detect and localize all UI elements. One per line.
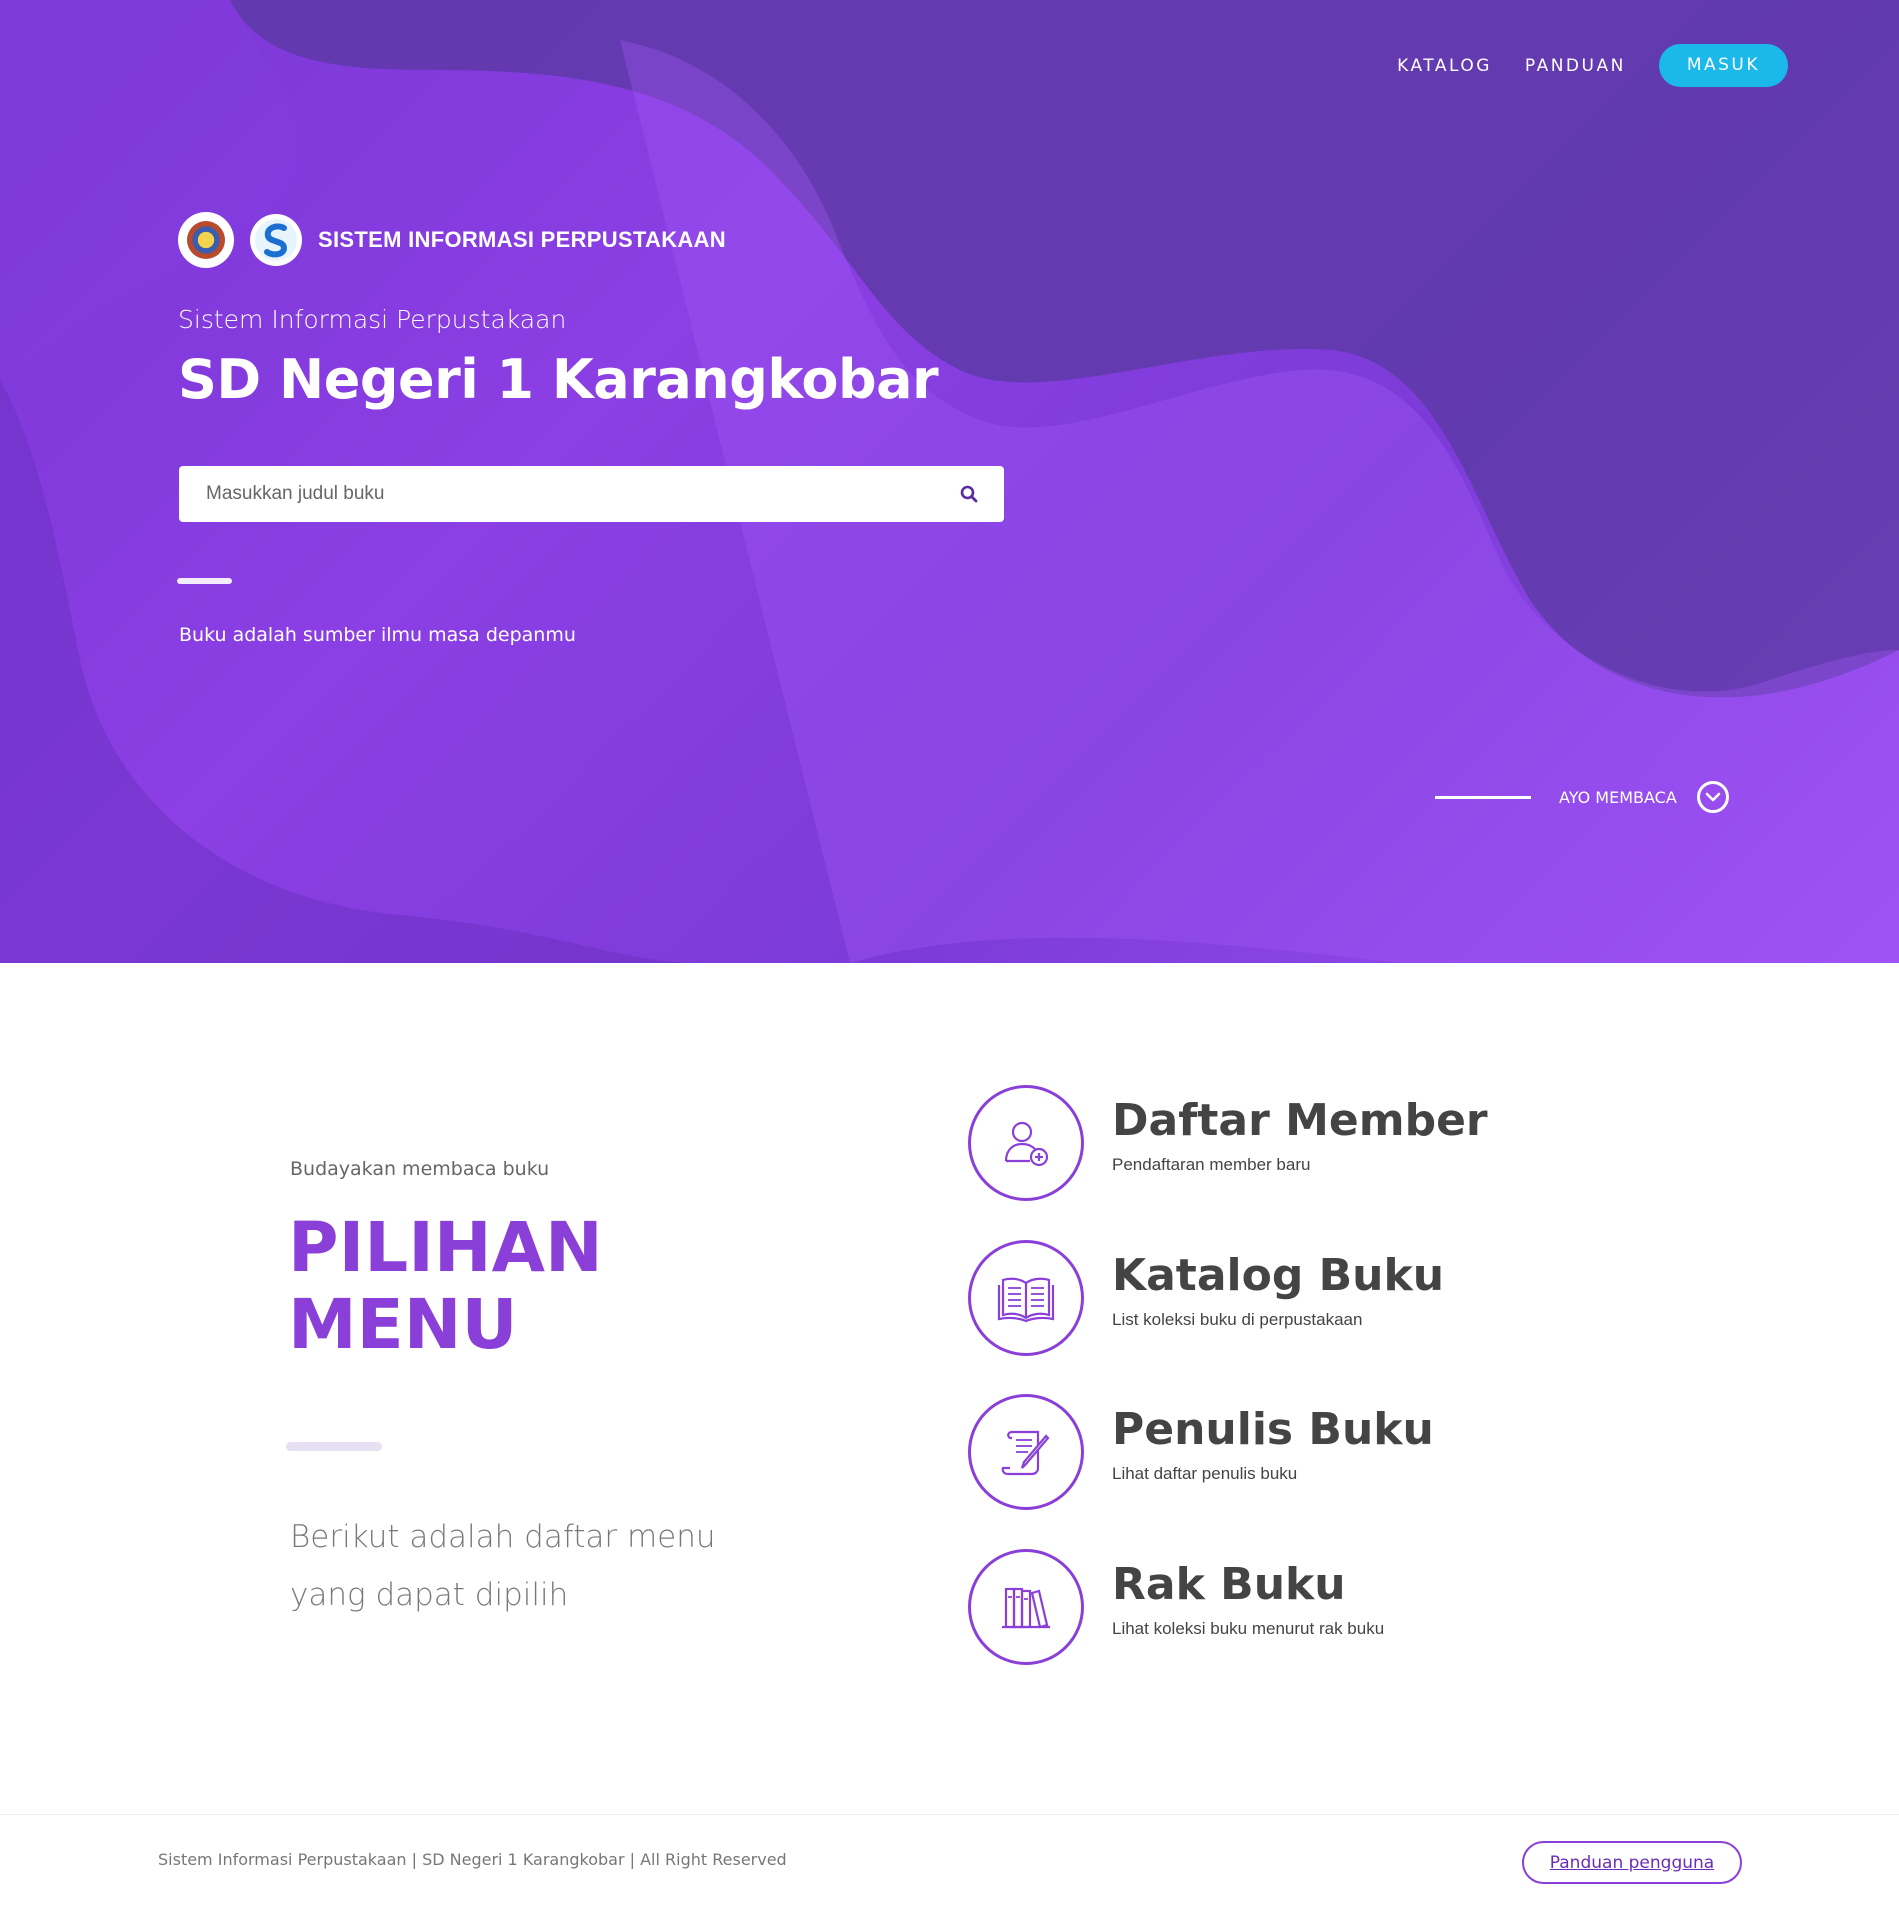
- school-emblem-logo: [178, 212, 234, 268]
- hero-subtitle: Sistem Informasi Perpustakaan: [178, 305, 567, 334]
- section-title: PILIHAN MENU: [288, 1210, 603, 1364]
- chevron-down-icon[interactable]: [1696, 781, 1729, 813]
- menu-item-katalog-buku[interactable]: Katalog Buku List koleksi buku di perpus…: [968, 1240, 1444, 1356]
- top-nav: KATALOG PANDUAN MASUK: [1397, 44, 1788, 87]
- user-guide-button[interactable]: Panduan pengguna: [1522, 1841, 1742, 1884]
- scroll-cue-label: AYO MEMBACA: [1559, 787, 1677, 807]
- section-subtitle: Budayakan membaca buku: [290, 1158, 550, 1180]
- nav-panduan[interactable]: PANDUAN: [1525, 56, 1626, 76]
- footer-copyright: Sistem Informasi Perpustakaan | SD Neger…: [158, 1850, 787, 1869]
- menu-desc: Lihat daftar penulis buku: [1112, 1464, 1298, 1483]
- writing-icon: [968, 1394, 1084, 1510]
- open-book-icon: [968, 1240, 1084, 1356]
- hero-title: SD Negeri 1 Karangkobar: [178, 348, 939, 411]
- footer: Sistem Informasi Perpustakaan | SD Neger…: [0, 1814, 1899, 1905]
- menu-desc: Pendaftaran member baru: [1112, 1155, 1311, 1174]
- menu-item-daftar-member[interactable]: Daftar Member Pendaftaran member baru: [968, 1085, 1488, 1201]
- nav-katalog[interactable]: KATALOG: [1397, 56, 1492, 76]
- search-icon: [960, 485, 978, 503]
- sip-logo: [250, 214, 302, 266]
- section-title-line2: MENU: [288, 1285, 518, 1365]
- brand-text: SISTEM INFORMASI PERPUSTAKAAN: [318, 227, 726, 252]
- scroll-cue-line: [1435, 795, 1531, 799]
- menu-title: Rak Buku: [1112, 1559, 1346, 1610]
- menu-item-penulis-buku[interactable]: Penulis Buku Lihat daftar penulis buku: [968, 1394, 1434, 1510]
- section-title-line1: PILIHAN: [288, 1208, 603, 1288]
- menu-item-rak-buku[interactable]: Rak Buku Lihat koleksi buku menurut rak …: [968, 1549, 1384, 1665]
- search-button[interactable]: [934, 466, 1004, 522]
- section-divider: [286, 1442, 382, 1451]
- menu-title: Daftar Member: [1112, 1095, 1488, 1146]
- bookshelf-icon: [968, 1549, 1084, 1665]
- scroll-cue[interactable]: AYO MEMBACA: [1435, 781, 1729, 813]
- hero-section: KATALOG PANDUAN MASUK SISTEM INFORMASI P…: [0, 0, 1899, 963]
- menu-desc: Lihat koleksi buku menurut rak buku: [1112, 1619, 1385, 1638]
- brand: SISTEM INFORMASI PERPUSTAKAAN: [178, 212, 726, 268]
- hero-quote: Buku adalah sumber ilmu masa depanmu: [179, 624, 576, 646]
- search-bar: [179, 466, 1004, 522]
- menu-desc: List koleksi buku di perpustakaan: [1112, 1310, 1363, 1329]
- search-input[interactable]: [179, 466, 934, 522]
- add-user-icon: [968, 1085, 1084, 1201]
- menu-title: Katalog Buku: [1112, 1250, 1445, 1301]
- login-button[interactable]: MASUK: [1658, 44, 1788, 87]
- section-description: Berikut adalah daftar menu yang dapat di…: [290, 1519, 716, 1613]
- menu-title: Penulis Buku: [1112, 1404, 1434, 1455]
- hero-divider: [177, 578, 232, 584]
